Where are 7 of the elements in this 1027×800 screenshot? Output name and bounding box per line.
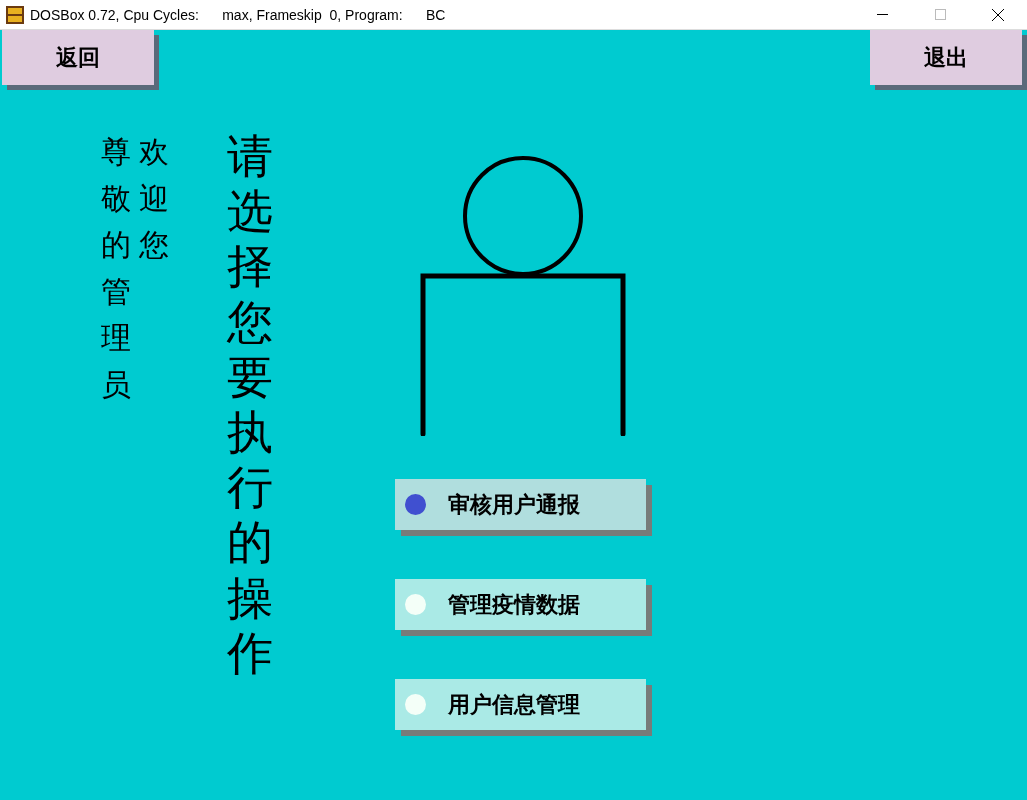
prompt-text: 请选择您要执行的操作 [227, 129, 273, 682]
app-icon [6, 5, 24, 24]
greeting-text: 尊敬的管理员 [101, 133, 131, 404]
maximize-icon [934, 9, 946, 20]
greeting-text: 欢迎您 [139, 133, 169, 264]
close-icon [992, 8, 1004, 21]
window-title: DOSBox 0.72, Cpu Cycles: max, Frameskip 0, Program: BC [30, 6, 447, 23]
